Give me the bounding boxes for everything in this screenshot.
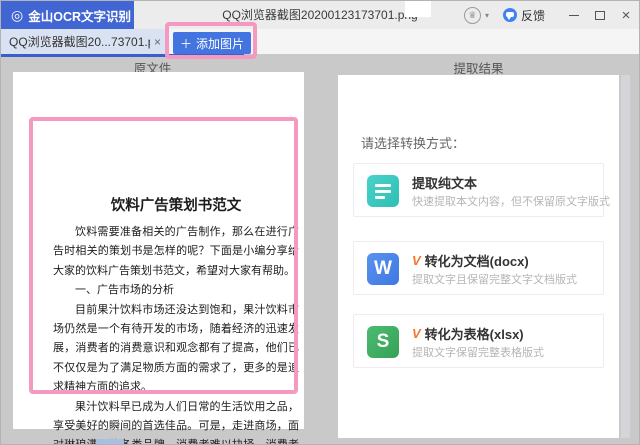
option-extract-plain-text[interactable]: 提取纯文本 快速提取本文内容，但不保留原文字版式 xyxy=(353,163,610,217)
right-panel-header: 提取结果 xyxy=(453,62,504,76)
option-description: 提取文字保留完整表格版式 xyxy=(412,347,544,359)
minimize-button[interactable] xyxy=(561,1,587,29)
document-paragraph: 一、广告市场的分析 xyxy=(75,283,174,297)
document-paragraph: 目前果汁饮料市场还没达到饱和，果汁饮料市场仍然是一个有待开发的市场，随着经济的迅… xyxy=(53,302,299,394)
option-convert-to-xlsx[interactable]: S V 转化为表格(xlsx) 提取文字保留完整表格版式 xyxy=(353,314,604,368)
close-button[interactable]: × xyxy=(613,1,639,29)
app-name: 金山OCR文字识别 xyxy=(28,9,131,24)
masked-area xyxy=(405,1,431,17)
bottom-partial-control xyxy=(96,439,124,444)
document-paragraph: 果汁饮料早已成为人们日常的生活饮用之品，享受美好的瞬间的首选佳品。可是，走进商场… xyxy=(53,399,299,445)
app-window: QQ浏览器截图20200123173701.png ◎ 金山OCR文字识别 ♛ … xyxy=(0,0,640,445)
tab-close-icon[interactable]: × xyxy=(154,35,161,49)
option-title: V 转化为表格(xlsx) xyxy=(412,326,524,342)
plus-icon: ＋ xyxy=(179,36,192,51)
tab-active-file[interactable]: QQ浏览器截图20...73701.png × xyxy=(1,29,169,54)
vip-badge-icon: V xyxy=(412,326,421,341)
maximize-icon xyxy=(595,10,605,20)
option-convert-to-docx[interactable]: W V 转化为文档(docx) 提取文字且保留完整文字文档版式 xyxy=(353,241,604,295)
option-title: V 转化为文档(docx) xyxy=(412,253,529,269)
conversion-prompt: 请选择转换方式： xyxy=(361,136,466,151)
feedback-button[interactable]: 反馈 xyxy=(502,7,545,24)
chat-bubble-icon xyxy=(502,8,517,22)
document-paragraph: 饮料需要准备相关的广告制作，那么在进行广告时相关的策划书是怎样的呢？下面是小编分… xyxy=(53,225,299,277)
right-panel-scrollbar[interactable] xyxy=(621,75,630,438)
app-brand: ◎ 金山OCR文字识别 xyxy=(1,1,134,29)
minimize-icon xyxy=(569,14,579,16)
maximize-button[interactable] xyxy=(587,1,613,29)
add-image-label: 添加图片 xyxy=(196,36,245,51)
wps-sheet-icon: S xyxy=(367,326,399,358)
title-bar: QQ浏览器截图20200123173701.png ◎ 金山OCR文字识别 ♛ … xyxy=(1,1,639,29)
document-title: 饮料广告策划书范文 xyxy=(110,197,242,214)
vip-menu-button[interactable]: ♛ ▾ xyxy=(463,6,489,24)
tabbar-accent-line xyxy=(1,54,244,57)
chevron-down-icon: ▾ xyxy=(484,10,489,20)
left-panel-header: 原文件 xyxy=(133,62,172,76)
option-description: 快速提取本文内容，但不保留原文字版式 xyxy=(412,196,610,208)
tab-label: QQ浏览器截图20...73701.png xyxy=(9,35,150,49)
tab-bar: QQ浏览器截图20...73701.png × xyxy=(1,29,639,54)
app-logo-icon: ◎ xyxy=(11,7,24,23)
option-title: 提取纯文本 xyxy=(412,176,478,191)
close-icon: × xyxy=(621,6,631,24)
text-lines-icon xyxy=(367,175,399,207)
original-file-preview: 饮料广告策划书范文 饮料需要准备相关的广告制作，那么在进行广告时相关的策划书是怎… xyxy=(13,72,304,444)
crown-icon: ♛ xyxy=(463,6,481,24)
wps-writer-icon: W xyxy=(367,253,399,285)
titlebar-controls: ♛ ▾ 反馈 × xyxy=(463,1,639,29)
add-image-button[interactable]: ＋ 添加图片 xyxy=(173,32,251,54)
extraction-result-panel: 请选择转换方式： 提取纯文本 快速提取本文内容，但不保留原文字版式 W V 转化… xyxy=(338,75,619,438)
vip-badge-icon: V xyxy=(412,253,421,268)
option-description: 提取文字且保留完整文字文档版式 xyxy=(412,274,577,286)
document-content: 饮料广告策划书范文 饮料需要准备相关的广告制作，那么在进行广告时相关的策划书是怎… xyxy=(53,194,299,445)
feedback-label: 反馈 xyxy=(520,8,545,23)
